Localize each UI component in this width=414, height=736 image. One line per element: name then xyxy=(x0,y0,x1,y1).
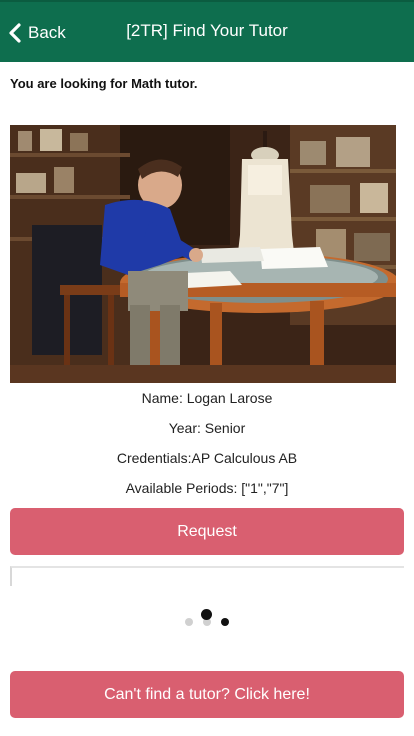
tutor-name: Name: Logan Larose xyxy=(141,390,273,406)
pagination-dot[interactable] xyxy=(221,618,229,626)
search-subject-text: You are looking for Math tutor. xyxy=(10,76,198,91)
tutor-credentials: Credentials:AP Calculous AB xyxy=(116,450,298,466)
pagination-dot[interactable] xyxy=(185,618,193,626)
app-header: Back [2TR] Find Your Tutor xyxy=(0,0,414,62)
next-tutor-card-peek[interactable] xyxy=(10,566,404,586)
tutor-photo xyxy=(10,125,396,383)
cant-find-tutor-button[interactable]: Can't find a tutor? Click here! xyxy=(10,671,404,718)
page-title: [2TR] Find Your Tutor xyxy=(126,21,288,40)
carousel-pagination xyxy=(0,605,414,629)
tutor-year: Year: Senior xyxy=(168,420,246,436)
pagination-dot-active xyxy=(201,609,212,620)
tutor-available-periods: Available Periods: ["1","7"] xyxy=(125,480,289,496)
request-button[interactable]: Request xyxy=(10,508,404,555)
